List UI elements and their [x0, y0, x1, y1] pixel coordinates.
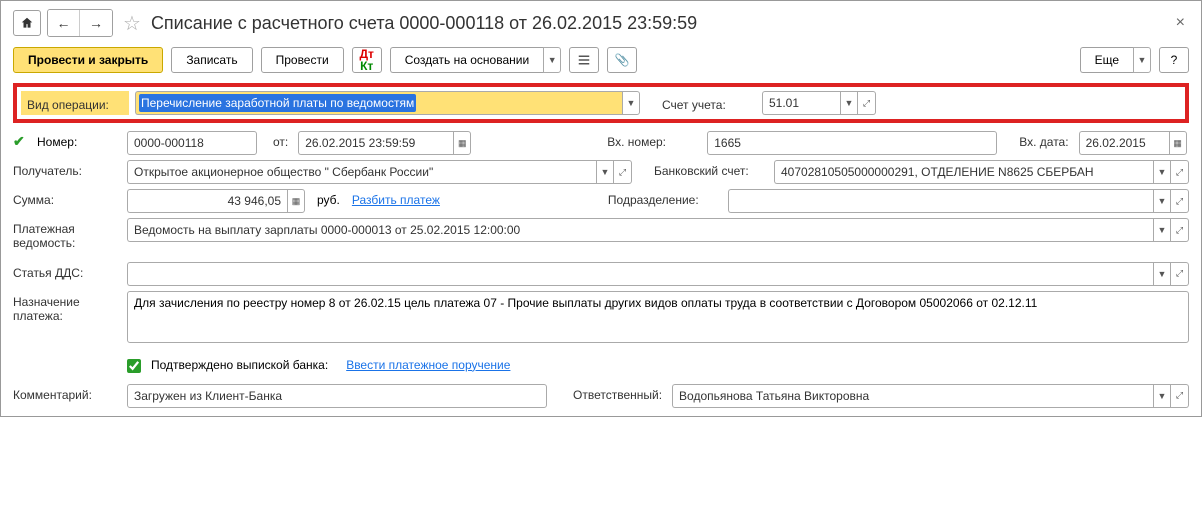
account-dropdown[interactable]: ▼ — [840, 91, 858, 115]
split-payment-link[interactable]: Разбить платеж — [352, 189, 440, 207]
header: ← → ☆ Списание с расчетного счета 0000-0… — [13, 9, 1189, 37]
division-dropdown[interactable]: ▼ — [1153, 189, 1171, 213]
amount-input[interactable] — [127, 189, 287, 213]
number-label: Номер: — [37, 131, 121, 149]
dtkt-icon: ДтКт — [359, 48, 373, 72]
date-picker[interactable]: ▦ — [453, 131, 471, 155]
operation-type-dropdown[interactable]: ▼ — [622, 91, 640, 115]
division-open[interactable]: ⤢ — [1171, 189, 1189, 213]
account-label: Счет учета: — [662, 94, 752, 112]
number-input[interactable] — [127, 131, 257, 155]
recipient-dropdown[interactable]: ▼ — [596, 160, 614, 184]
bank-account-open[interactable]: ⤢ — [1171, 160, 1189, 184]
forward-button[interactable]: → — [80, 10, 112, 36]
account-open[interactable]: ⤢ — [858, 91, 876, 115]
confirmed-row: Подтверждено выпиской банка: Ввести плат… — [13, 354, 1189, 373]
more-dropdown[interactable]: ▼ — [1133, 47, 1151, 73]
back-button[interactable]: ← — [48, 10, 80, 36]
list-button[interactable] — [569, 47, 599, 73]
operation-type-label: Вид операции: — [21, 91, 129, 115]
list-icon — [578, 54, 590, 66]
currency-label: руб. — [311, 189, 346, 207]
account-input[interactable] — [762, 91, 840, 115]
ext-date-input[interactable] — [1079, 131, 1169, 155]
paperclip-icon: 📎 — [615, 53, 630, 67]
recipient-open[interactable]: ⤢ — [614, 160, 632, 184]
responsible-input[interactable] — [672, 384, 1153, 408]
comment-label: Комментарий: — [13, 384, 121, 402]
payroll-label: Платежная ведомость: — [13, 218, 121, 251]
form: ✔ Номер: от: ▦ Вх. номер: Вх. дата: ▦ По… — [13, 131, 1189, 408]
enter-payment-link[interactable]: Ввести платежное поручение — [346, 354, 510, 372]
operation-type-row: Вид операции: Перечисление заработной пл… — [13, 83, 1189, 123]
amount-row: Сумма: ▦ руб. Разбить платеж Подразделен… — [13, 189, 1189, 213]
payroll-open[interactable]: ⤢ — [1171, 218, 1189, 242]
more-combo: Еще ▼ — [1080, 47, 1151, 73]
recipient-input[interactable] — [127, 160, 596, 184]
home-icon — [20, 16, 34, 30]
toolbar: Провести и закрыть Записать Провести ДтК… — [13, 47, 1189, 73]
ext-number-label: Вх. номер: — [607, 131, 697, 149]
recipient-row: Получатель: ▼ ⤢ Банковский счет: ▼ ⤢ — [13, 160, 1189, 184]
amount-label: Сумма: — [13, 189, 121, 207]
page-title: Списание с расчетного счета 0000-000118 … — [151, 13, 697, 34]
responsible-dropdown[interactable]: ▼ — [1153, 384, 1171, 408]
help-button[interactable]: ? — [1159, 47, 1189, 73]
comment-row: Комментарий: Ответственный: ▼ ⤢ — [13, 384, 1189, 408]
bank-account-input[interactable] — [774, 160, 1153, 184]
dds-row: Статья ДДС: ▼ ⤢ — [13, 262, 1189, 286]
save-button[interactable]: Записать — [171, 47, 252, 73]
purpose-row: Назначение платежа: — [13, 291, 1189, 343]
division-input[interactable] — [728, 189, 1153, 213]
number-row: ✔ Номер: от: ▦ Вх. номер: Вх. дата: ▦ — [13, 131, 1189, 155]
responsible-open[interactable]: ⤢ — [1171, 384, 1189, 408]
purpose-label: Назначение платежа: — [13, 291, 121, 324]
create-based-button[interactable]: Создать на основании — [390, 47, 544, 73]
dtkt-button[interactable]: ДтКт — [352, 47, 382, 73]
dds-input[interactable] — [127, 262, 1153, 286]
ext-date-label: Вх. дата: — [1019, 131, 1068, 149]
operation-type-input[interactable] — [135, 91, 622, 115]
post-and-close-button[interactable]: Провести и закрыть — [13, 47, 163, 73]
favorite-icon[interactable]: ☆ — [123, 11, 141, 36]
post-button[interactable]: Провести — [261, 47, 344, 73]
bank-account-label: Банковский счет: — [654, 160, 764, 178]
home-button[interactable] — [13, 10, 41, 36]
dds-label: Статья ДДС: — [13, 262, 121, 280]
ext-number-input[interactable] — [707, 131, 997, 155]
date-input[interactable] — [298, 131, 453, 155]
confirmed-label: Подтверждено выпиской банка: — [151, 354, 328, 372]
bank-account-dropdown[interactable]: ▼ — [1153, 160, 1171, 184]
division-label: Подразделение: — [608, 189, 718, 207]
amount-calc[interactable]: ▦ — [287, 189, 305, 213]
from-label: от: — [273, 131, 288, 149]
posted-icon: ✔ — [13, 131, 31, 150]
responsible-label: Ответственный: — [573, 384, 662, 402]
create-based-dropdown[interactable]: ▼ — [543, 47, 561, 73]
close-button[interactable]: × — [1172, 10, 1189, 36]
comment-input[interactable] — [127, 384, 547, 408]
create-based-combo: Создать на основании ▼ — [390, 47, 562, 73]
ext-date-picker[interactable]: ▦ — [1169, 131, 1187, 155]
more-button[interactable]: Еще — [1080, 47, 1133, 73]
recipient-label: Получатель: — [13, 160, 121, 178]
payroll-dropdown[interactable]: ▼ — [1153, 218, 1171, 242]
confirmed-checkbox[interactable] — [127, 359, 141, 373]
dds-dropdown[interactable]: ▼ — [1153, 262, 1171, 286]
payroll-row: Платежная ведомость: ▼ ⤢ — [13, 218, 1189, 251]
payroll-input[interactable] — [127, 218, 1153, 242]
attach-button[interactable]: 📎 — [607, 47, 637, 73]
dds-open[interactable]: ⤢ — [1171, 262, 1189, 286]
purpose-textarea[interactable] — [127, 291, 1189, 343]
